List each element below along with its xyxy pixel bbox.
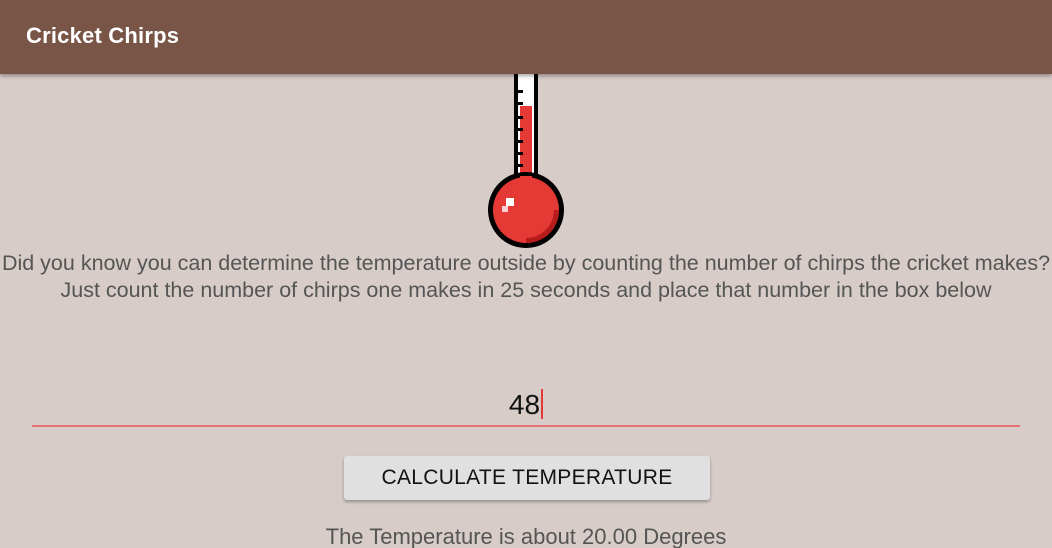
- app-bar: Cricket Chirps: [0, 0, 1052, 74]
- app-title: Cricket Chirps: [26, 23, 180, 48]
- text-cursor: [541, 389, 544, 419]
- instructions-text: Did you know you can determine the tempe…: [1, 251, 1051, 302]
- calculate-temperature-button[interactable]: CALCULATE TEMPERATURE: [344, 456, 710, 500]
- result-text: The Temperature is about 20.00 Degrees: [325, 524, 727, 548]
- chirps-value[interactable]: 48: [509, 389, 540, 420]
- app-screen: Cricket Chirps Did you know you can dete…: [0, 0, 1052, 548]
- input-underline: [32, 425, 1020, 427]
- thermometer-icon: [488, 60, 564, 248]
- chirps-input-value[interactable]: 48: [32, 388, 1020, 422]
- chirps-input[interactable]: 48: [32, 380, 1020, 428]
